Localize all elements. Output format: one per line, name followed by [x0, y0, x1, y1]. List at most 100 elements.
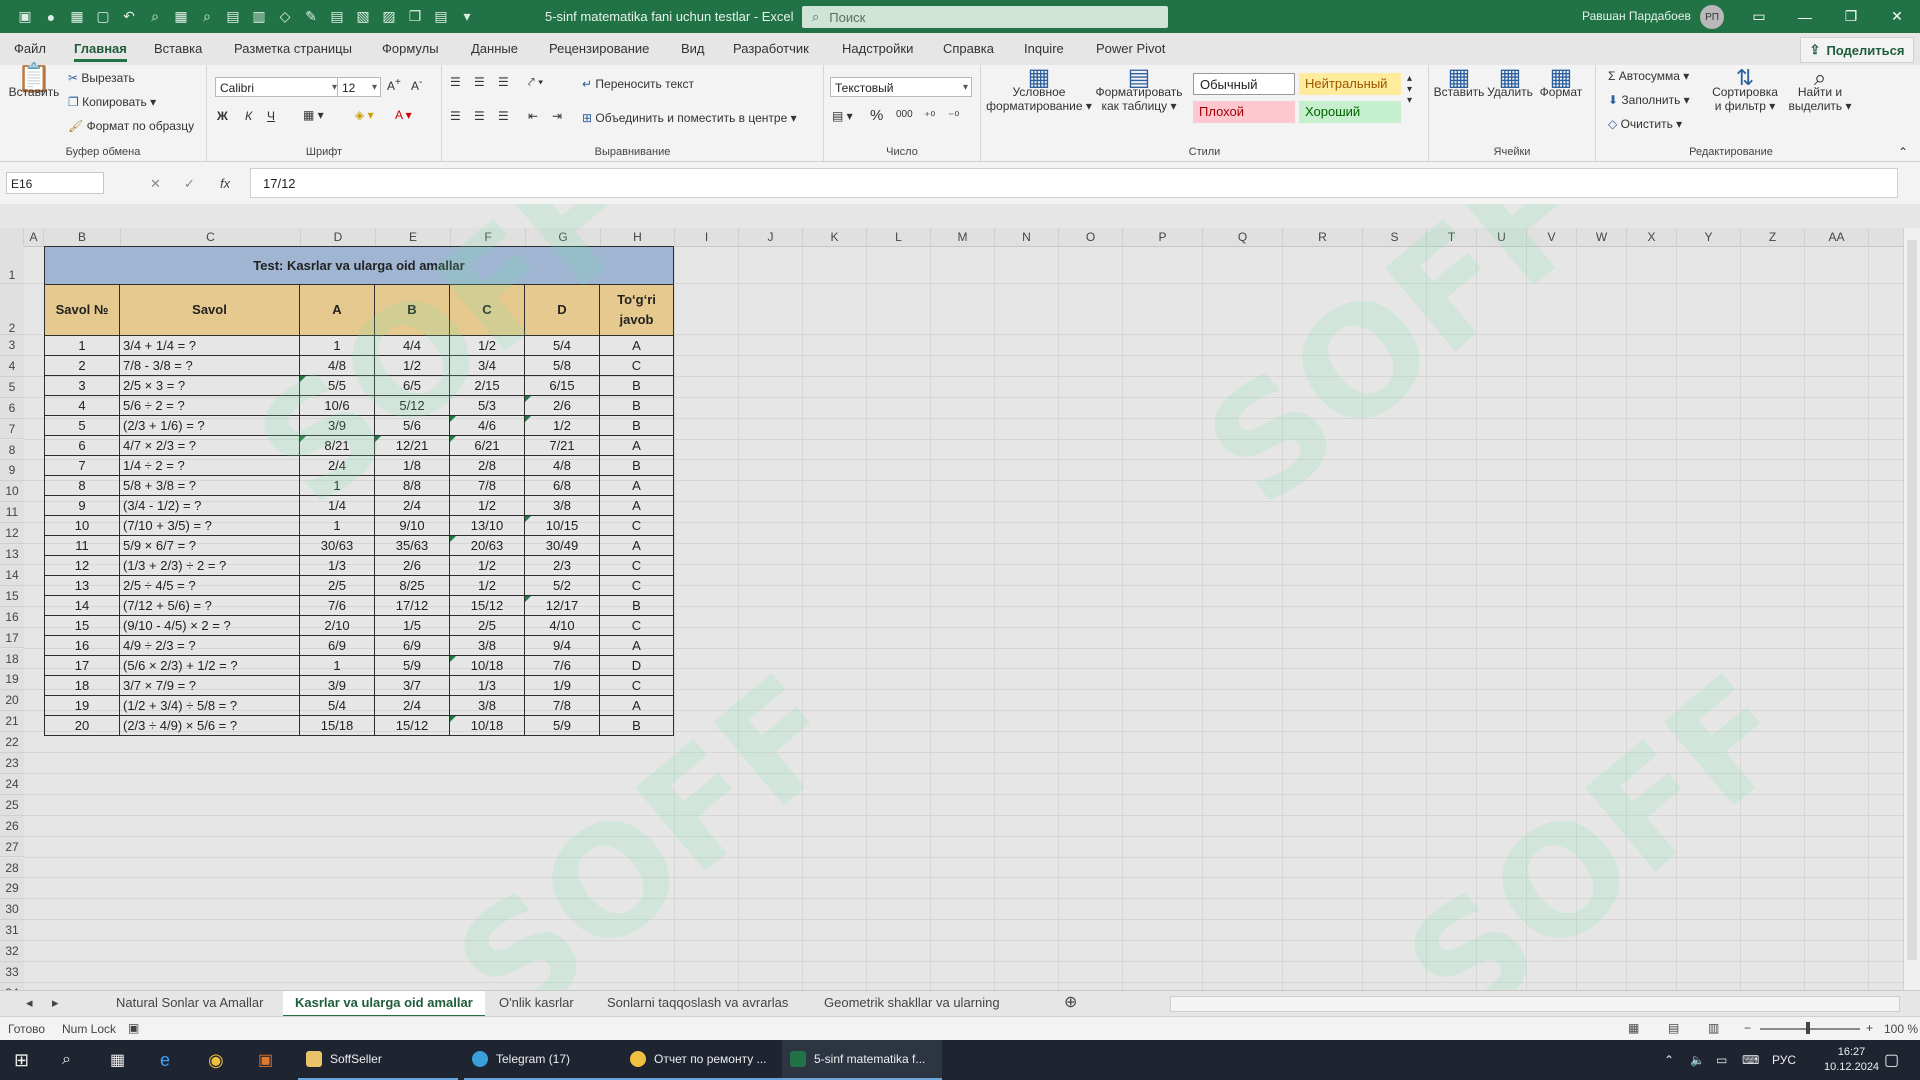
sheet-tab-onlik[interactable]: O'nlik kasrlar	[487, 991, 586, 1015]
comment-icon[interactable]: ▢	[92, 6, 114, 28]
app-icon[interactable]: ▣	[258, 1040, 273, 1080]
option-a[interactable]: 8/21	[299, 435, 375, 456]
sheet-tab-taqqoslash[interactable]: Sonlarni taqqoslash va avrarlas	[595, 991, 800, 1015]
sort-filter-button[interactable]: ⇅ Сортировка и фильтр ▾	[1708, 67, 1782, 114]
tab-page-layout[interactable]: Разметка страницы	[234, 41, 352, 56]
row-header-20[interactable]: 20	[0, 690, 24, 712]
option-a[interactable]: 2/10	[299, 615, 375, 636]
scroll-thumb[interactable]	[1907, 240, 1917, 960]
column-header-c[interactable]: C	[121, 228, 301, 246]
clock[interactable]: 16:27 10.12.2024	[1824, 1040, 1879, 1080]
underline-button[interactable]: Ч	[267, 109, 275, 123]
tab-view[interactable]: Вид	[681, 41, 705, 56]
column-header-o[interactable]: O	[1059, 228, 1123, 246]
column-header-h[interactable]: H	[601, 228, 675, 246]
row-header-22[interactable]: 22	[0, 732, 24, 753]
autosum-button[interactable]: Σ Автосумма ▾	[1608, 69, 1689, 83]
question-text[interactable]: 3/4 + 1/4 = ?	[119, 335, 300, 356]
option-d[interactable]: 6/15	[524, 375, 600, 396]
minimize-icon[interactable]: —	[1782, 0, 1828, 33]
question-number[interactable]: 20	[44, 715, 120, 736]
question-text[interactable]: (9/10 - 4/5) × 2 = ?	[119, 615, 300, 636]
row-header-32[interactable]: 32	[0, 941, 24, 962]
option-a[interactable]: 2/4	[299, 455, 375, 476]
option-b[interactable]: 9/10	[374, 515, 450, 536]
column-header-z[interactable]: Z	[1741, 228, 1805, 246]
correct-answer[interactable]: A	[599, 335, 674, 356]
page-layout-view-icon[interactable]: ▤	[1668, 1021, 1679, 1035]
style-good[interactable]: Хороший	[1299, 101, 1401, 123]
form-icon[interactable]: ▨	[378, 6, 400, 28]
question-text[interactable]: (1/3 + 2/3) ÷ 2 = ?	[119, 555, 300, 576]
option-b[interactable]: 2/4	[374, 495, 450, 516]
row-header-11[interactable]: 11	[0, 502, 24, 524]
export-icon[interactable]: ▤	[430, 6, 452, 28]
correct-answer[interactable]: C	[599, 515, 674, 536]
decrease-indent-icon[interactable]: ⇤	[528, 109, 538, 123]
user-name[interactable]: Равшан Пардабоев	[1582, 0, 1691, 33]
taskbar-app-telegram[interactable]: Telegram (17)	[464, 1040, 624, 1080]
search-box[interactable]: ⌕ Поиск	[802, 6, 1168, 28]
option-c[interactable]: 1/2	[449, 335, 525, 356]
option-a[interactable]: 2/5	[299, 575, 375, 596]
share-button[interactable]: ⇪ Поделиться	[1800, 37, 1914, 63]
option-a[interactable]: 4/8	[299, 355, 375, 376]
correct-answer[interactable]: C	[599, 355, 674, 376]
align-top-icon[interactable]: ☰	[450, 75, 461, 89]
shapes-icon[interactable]: ◇	[274, 6, 296, 28]
zoom-icon[interactable]: ⌕	[144, 6, 166, 28]
option-d[interactable]: 7/6	[524, 655, 600, 676]
column-header-f[interactable]: F	[451, 228, 526, 246]
tab-help[interactable]: Справка	[943, 41, 994, 56]
save-icon[interactable]: ▣	[14, 6, 36, 28]
zoom-out-icon[interactable]: −	[1744, 1021, 1751, 1035]
number-format-combo[interactable]: Текстовый	[830, 77, 972, 98]
option-c[interactable]: 13/10	[449, 515, 525, 536]
ribbon-display-icon[interactable]: ▭	[1736, 0, 1782, 33]
test-table[interactable]: Test: Kasrlar va ularga oid amallar Savo…	[44, 246, 674, 736]
option-a[interactable]: 1	[299, 475, 375, 496]
header-option-b[interactable]: B	[374, 284, 450, 336]
undo-icon[interactable]: ↶	[118, 6, 140, 28]
option-c[interactable]: 1/2	[449, 575, 525, 596]
column-header-t[interactable]: T	[1427, 228, 1477, 246]
percent-button[interactable]: %	[870, 107, 883, 124]
enter-icon[interactable]: ✓	[184, 176, 195, 192]
edge-icon[interactable]: e	[160, 1040, 170, 1080]
currency-icon[interactable]: ▤ ▾	[832, 109, 853, 123]
correct-answer[interactable]: A	[599, 475, 674, 496]
align-bottom-icon[interactable]: ☰	[498, 75, 509, 89]
tab-insert[interactable]: Вставка	[154, 41, 202, 56]
select-all-corner[interactable]	[0, 228, 24, 246]
row-header-16[interactable]: 16	[0, 606, 24, 628]
cancel-icon[interactable]: ✕	[150, 176, 161, 192]
row-header-17[interactable]: 17	[0, 627, 24, 649]
question-text[interactable]: 2/5 × 3 = ?	[119, 375, 300, 396]
style-normal[interactable]: Обычный	[1193, 73, 1295, 95]
row-header-21[interactable]: 21	[0, 711, 24, 733]
font-size-combo[interactable]: 12	[337, 77, 381, 98]
option-c[interactable]: 2/15	[449, 375, 525, 396]
header-correct-answer[interactable]: To‘g‘ri javob	[599, 284, 674, 336]
question-text[interactable]: 5/6 ÷ 2 = ?	[119, 395, 300, 416]
notification-icon[interactable]: ▢	[1884, 1040, 1899, 1080]
style-neutral[interactable]: Нейтральный	[1299, 73, 1401, 95]
tray-chevron-icon[interactable]: ⌃	[1664, 1040, 1674, 1080]
question-number[interactable]: 7	[44, 455, 120, 476]
option-c[interactable]: 5/3	[449, 395, 525, 416]
question-number[interactable]: 19	[44, 695, 120, 716]
correct-answer[interactable]: B	[599, 375, 674, 396]
option-b[interactable]: 12/21	[374, 435, 450, 456]
zoom-slider[interactable]	[1760, 1028, 1860, 1030]
styles-scroll-icon[interactable]: ▴ ▾ ▾	[1407, 73, 1412, 106]
option-b[interactable]: 2/6	[374, 555, 450, 576]
row-header-12[interactable]: 12	[0, 523, 24, 544]
copy-icon[interactable]: ❐	[404, 6, 426, 28]
option-a[interactable]: 1/4	[299, 495, 375, 516]
option-a[interactable]: 1/3	[299, 555, 375, 576]
question-text[interactable]: (7/12 + 5/6) = ?	[119, 595, 300, 616]
option-a[interactable]: 5/4	[299, 695, 375, 716]
zoom-level[interactable]: 100 %	[1884, 1022, 1918, 1036]
pivot-icon[interactable]: ▤	[222, 6, 244, 28]
format-cells-button[interactable]: ▦ Формат	[1535, 66, 1587, 100]
